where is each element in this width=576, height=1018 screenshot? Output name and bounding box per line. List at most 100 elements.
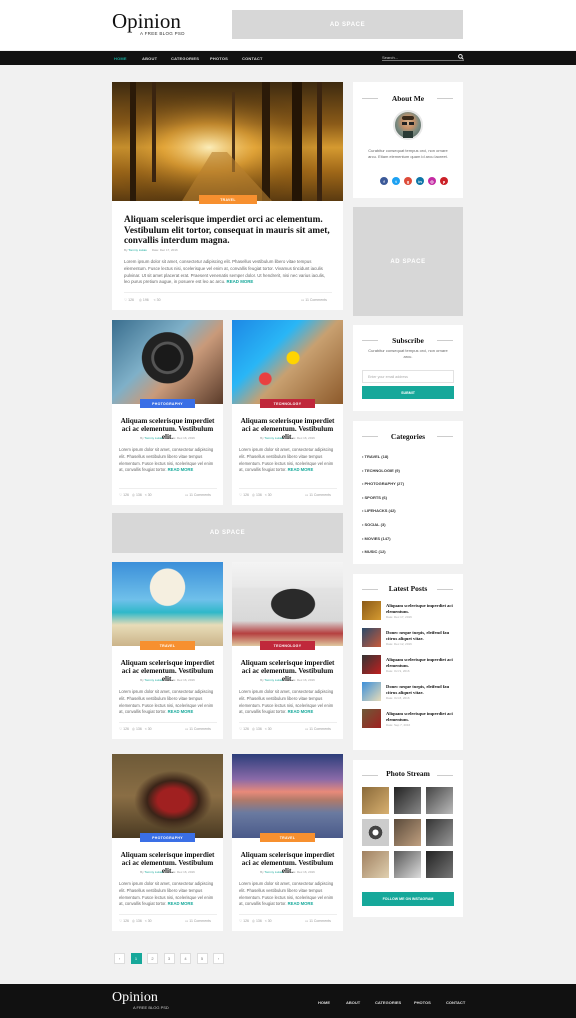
twitter-icon[interactable]: t bbox=[392, 177, 400, 185]
footer-nav-categories[interactable]: CATEGORIES bbox=[375, 1000, 401, 1005]
heart-icon[interactable]: ♡ bbox=[119, 919, 122, 923]
share-icon[interactable]: < bbox=[154, 298, 156, 302]
site-logo[interactable]: Opinion bbox=[112, 10, 181, 32]
featured-author[interactable]: Tommy Lukas bbox=[128, 248, 147, 252]
post-comments[interactable]: ▭ 11 Comments bbox=[305, 493, 331, 497]
category-item[interactable]: • PHOTOGRAPHY (27) bbox=[362, 481, 404, 486]
instagram-icon[interactable]: ◎ bbox=[428, 177, 436, 185]
featured-image[interactable] bbox=[112, 82, 343, 201]
photo-stream-image[interactable] bbox=[362, 787, 389, 814]
category-item[interactable]: • TECHNOLOGIE (9) bbox=[362, 468, 400, 473]
post-read-more[interactable]: READ MORE bbox=[288, 467, 314, 472]
search-input[interactable]: Search... bbox=[382, 54, 464, 61]
post-comments[interactable]: ▭ 11 Comments bbox=[185, 493, 211, 497]
post-category-badge[interactable]: TRAVEL bbox=[260, 833, 315, 842]
page-number-button[interactable]: 5 bbox=[196, 953, 208, 964]
heart-icon[interactable]: ♡ bbox=[239, 919, 242, 923]
heart-icon[interactable]: ♡ bbox=[239, 727, 242, 731]
post-read-more[interactable]: READ MORE bbox=[288, 901, 314, 906]
post-read-more[interactable]: READ MORE bbox=[168, 467, 194, 472]
post-comments[interactable]: ▭ 11 Comments bbox=[305, 919, 331, 923]
nav-home[interactable]: HOME bbox=[114, 56, 127, 61]
post-image[interactable] bbox=[112, 562, 223, 646]
post-read-more[interactable]: READ MORE bbox=[168, 901, 194, 906]
photo-stream-image[interactable] bbox=[394, 851, 421, 878]
mid-ad-space[interactable]: AD SPACE bbox=[112, 513, 343, 553]
share-icon[interactable]: < bbox=[265, 727, 267, 731]
footer-logo[interactable]: Opinion bbox=[112, 990, 158, 1006]
latest-post-title[interactable]: Donec neque turpis, eleifend fau citrus … bbox=[386, 630, 456, 641]
latest-post-title[interactable]: Aliquam scelerisque imperdiet aci elemen… bbox=[386, 657, 456, 668]
post-author[interactable]: Tommy Lukas bbox=[144, 678, 163, 682]
heart-icon[interactable]: ♡ bbox=[119, 493, 122, 497]
page-number-button[interactable]: 4 bbox=[180, 953, 191, 964]
share-icon[interactable]: < bbox=[145, 493, 147, 497]
latest-post-title[interactable]: Aliquam scelerisque imperdiet aci elemen… bbox=[386, 603, 456, 614]
avatar[interactable] bbox=[393, 110, 423, 140]
share-icon[interactable]: < bbox=[145, 919, 147, 923]
photo-stream-image[interactable] bbox=[362, 819, 389, 846]
post-author[interactable]: Tommy Lukas bbox=[264, 870, 283, 874]
share-icon[interactable]: < bbox=[265, 493, 267, 497]
post-category-badge[interactable]: TECHNOLOGY bbox=[260, 399, 315, 408]
latest-post-title[interactable]: Donec neque turpis, eleifend fau citrus … bbox=[386, 684, 456, 695]
footer-nav-contact[interactable]: CONTACT bbox=[446, 1000, 465, 1005]
page-number-button[interactable]: 1 bbox=[130, 953, 142, 964]
page-number-button[interactable]: 2 bbox=[147, 953, 158, 964]
nav-about[interactable]: ABOUT bbox=[142, 56, 157, 61]
latest-post-thumbnail[interactable] bbox=[362, 655, 381, 674]
header-ad-space[interactable]: AD SPACE bbox=[232, 10, 463, 39]
page-number-button[interactable]: 3 bbox=[163, 953, 175, 964]
submit-button[interactable]: SUBMIT bbox=[362, 386, 454, 399]
nav-photos[interactable]: PHOTOS bbox=[210, 56, 228, 61]
post-comments[interactable]: ▭ 11 Comments bbox=[305, 727, 331, 731]
post-comments[interactable]: ▭ 11 Comments bbox=[185, 727, 211, 731]
photo-stream-image[interactable] bbox=[362, 851, 389, 878]
email-field[interactable]: Enter your email address bbox=[362, 370, 454, 383]
next-page-button[interactable]: › bbox=[213, 953, 224, 964]
share-icon[interactable]: < bbox=[265, 919, 267, 923]
heart-icon[interactable]: ♡ bbox=[119, 727, 122, 731]
nav-categories[interactable]: CATEGORIES bbox=[171, 56, 199, 61]
sidebar-ad-space[interactable]: AD SPACE bbox=[353, 207, 463, 316]
linkedin-icon[interactable]: in bbox=[416, 177, 424, 185]
post-author[interactable]: Tommy Lukas bbox=[264, 436, 283, 440]
share-icon[interactable]: < bbox=[145, 727, 147, 731]
heart-icon[interactable]: ♡ bbox=[124, 298, 127, 302]
featured-comments[interactable]: ▭ 11 Comments bbox=[301, 298, 327, 302]
latest-post-thumbnail[interactable] bbox=[362, 601, 381, 620]
post-category-badge[interactable]: PHOTOGRAPHY bbox=[140, 833, 195, 842]
category-item[interactable]: • MUSIC (12) bbox=[362, 549, 386, 554]
post-category-badge[interactable]: TECHNOLOGY bbox=[260, 641, 315, 650]
heart-icon[interactable]: ♡ bbox=[239, 493, 242, 497]
featured-read-more[interactable]: READ MORE bbox=[227, 279, 254, 284]
category-item[interactable]: • LIFEHACKS (42) bbox=[362, 508, 396, 513]
post-image[interactable] bbox=[112, 320, 223, 404]
post-author[interactable]: Tommy Lukas bbox=[264, 678, 283, 682]
latest-post-thumbnail[interactable] bbox=[362, 709, 381, 728]
footer-nav-home[interactable]: HOME bbox=[318, 1000, 330, 1005]
footer-nav-about[interactable]: ABOUT bbox=[346, 1000, 360, 1005]
post-read-more[interactable]: READ MORE bbox=[288, 709, 314, 714]
photo-stream-image[interactable] bbox=[426, 851, 453, 878]
footer-nav-photos[interactable]: PHOTOS bbox=[414, 1000, 431, 1005]
facebook-icon[interactable]: f bbox=[380, 177, 388, 185]
category-item[interactable]: • MOVIES (147) bbox=[362, 536, 391, 541]
follow-instagram-button[interactable]: FOLLOW ME ON INSTAGRAM bbox=[362, 892, 454, 906]
post-read-more[interactable]: READ MORE bbox=[168, 709, 194, 714]
latest-post-thumbnail[interactable] bbox=[362, 628, 381, 647]
category-item[interactable]: • TRAVEL (18) bbox=[362, 454, 388, 459]
featured-title[interactable]: Aliquam scelerisque imperdiet orci ac el… bbox=[124, 215, 332, 247]
photo-stream-image[interactable] bbox=[394, 787, 421, 814]
nav-contact[interactable]: CONTACT bbox=[242, 56, 263, 61]
post-category-badge[interactable]: PHOTOGRAPHY bbox=[140, 399, 195, 408]
post-category-badge[interactable]: TRAVEL bbox=[140, 641, 195, 650]
latest-post-title[interactable]: Aliquam scelerisque imperdiet aci elemen… bbox=[386, 711, 456, 722]
post-image[interactable] bbox=[232, 562, 343, 646]
category-item[interactable]: • SPORTS (6) bbox=[362, 495, 387, 500]
photo-stream-image[interactable] bbox=[426, 787, 453, 814]
prev-page-button[interactable]: ‹ bbox=[114, 953, 125, 964]
category-item[interactable]: • SOCIAL (3) bbox=[362, 522, 386, 527]
post-comments[interactable]: ▭ 11 Comments bbox=[185, 919, 211, 923]
photo-stream-image[interactable] bbox=[426, 819, 453, 846]
